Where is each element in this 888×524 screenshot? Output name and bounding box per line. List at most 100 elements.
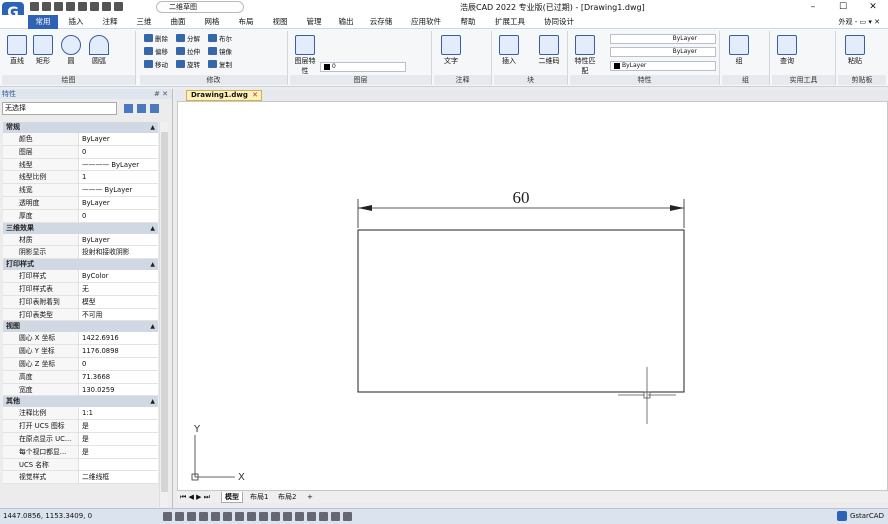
property-value[interactable]: 无: [79, 283, 158, 295]
rotate-tool[interactable]: 旋转: [176, 59, 200, 69]
transparency-icon[interactable]: [271, 512, 280, 521]
tab-insert[interactable]: 插入: [62, 15, 90, 29]
collapse-icon[interactable]: ▲: [150, 223, 155, 234]
property-value[interactable]: ByLayer: [79, 197, 158, 209]
tab-applications[interactable]: 应用软件: [405, 15, 447, 29]
appearance-menu[interactable]: 外观 - ▭ ▾ ✕: [839, 15, 880, 29]
ortho-icon[interactable]: [187, 512, 196, 521]
tab-manage[interactable]: 管理: [300, 15, 328, 29]
insert-block-tool[interactable]: 插入: [496, 35, 522, 66]
property-value[interactable]: 不可用: [79, 309, 158, 321]
layer-properties-tool[interactable]: 图层特性: [292, 35, 318, 76]
save-as-icon[interactable]: [66, 2, 75, 11]
property-value[interactable]: 是: [79, 433, 158, 445]
property-value[interactable]: ByLayer: [79, 133, 158, 145]
property-row[interactable]: 颜色 ByLayer: [3, 133, 158, 146]
property-row[interactable]: 打开 UCS 图标是: [3, 420, 158, 433]
tab-view[interactable]: 视图: [266, 15, 294, 29]
annotation-scale-icon[interactable]: [295, 512, 304, 521]
property-row[interactable]: 圆心 Y 坐标 1176.0898: [3, 345, 158, 358]
line-tool[interactable]: 直线: [4, 35, 30, 66]
tab-3d[interactable]: 三维: [130, 15, 158, 29]
property-value[interactable]: 1:1: [79, 407, 158, 419]
property-value[interactable]: 71.3668: [79, 371, 158, 383]
drawing-canvas[interactable]: 60 Y X: [177, 101, 888, 491]
minimize-button[interactable]: –: [798, 0, 828, 15]
maximize-button[interactable]: ☐: [828, 0, 858, 15]
scroll-thumb[interactable]: [161, 132, 168, 492]
property-row[interactable]: 线型 ———— ByLayer: [3, 158, 158, 172]
tab-model[interactable]: 模型: [221, 492, 243, 503]
property-value[interactable]: 1176.0898: [79, 345, 158, 357]
tab-surface[interactable]: 曲面: [164, 15, 192, 29]
property-section[interactable]: 常规 ▲: [3, 122, 158, 133]
workspace-icon[interactable]: [307, 512, 316, 521]
current-layer-dropdown[interactable]: 0: [320, 62, 406, 72]
property-value[interactable]: 0: [79, 210, 158, 222]
close-button[interactable]: ✕: [858, 0, 888, 15]
tab-cloud-storage[interactable]: 云存储: [364, 15, 398, 29]
property-row[interactable]: 图层 0: [3, 145, 158, 159]
properties-scrollbar[interactable]: [159, 122, 168, 507]
rectangle-tool[interactable]: 矩形: [30, 35, 56, 66]
close-document-icon[interactable]: ✕: [252, 91, 258, 100]
tab-collaborate[interactable]: 协同设计: [538, 15, 580, 29]
drawn-rectangle[interactable]: [357, 229, 685, 393]
redo-icon[interactable]: [102, 2, 111, 11]
collapse-icon[interactable]: ▲: [150, 122, 155, 133]
property-value[interactable]: ByLayer: [79, 234, 158, 246]
copy-tool[interactable]: 复制: [208, 59, 232, 69]
property-row[interactable]: 阴影显示 投射和接收阴影: [3, 246, 158, 260]
property-row[interactable]: 每个视口都显... 是: [3, 445, 158, 459]
otrack-icon[interactable]: [223, 512, 232, 521]
fullscreen-icon[interactable]: [343, 512, 352, 521]
property-value[interactable]: 二维线框: [79, 471, 158, 483]
new-file-icon[interactable]: [30, 2, 39, 11]
dimension-text[interactable]: 60: [513, 188, 530, 207]
text-tool[interactable]: 文字: [438, 35, 464, 66]
property-row[interactable]: 线型比例 1: [3, 171, 158, 185]
tab-home[interactable]: 常用: [28, 15, 58, 29]
explode-tool[interactable]: 分解: [176, 33, 200, 43]
snap-icon[interactable]: [175, 512, 184, 521]
workspace-dropdown[interactable]: 二维草图: [156, 1, 244, 13]
grid-icon[interactable]: [163, 512, 172, 521]
open-file-icon[interactable]: [42, 2, 51, 11]
collapse-icon[interactable]: ▲: [150, 259, 155, 270]
osnap-icon[interactable]: [211, 512, 220, 521]
selection-dropdown[interactable]: 无选择: [2, 102, 117, 115]
property-row[interactable]: 透明度 ByLayer: [3, 196, 158, 210]
property-value[interactable]: ———— ByLayer: [79, 159, 158, 171]
property-row[interactable]: 宽度 130.0259: [3, 383, 158, 397]
property-section[interactable]: 其他 ▲: [3, 396, 158, 408]
polar-icon[interactable]: [199, 512, 208, 521]
tab-layout[interactable]: 布局: [232, 15, 260, 29]
print-icon[interactable]: [78, 2, 87, 11]
color-dropdown[interactable]: ByLayer: [610, 61, 716, 71]
undo-icon[interactable]: [90, 2, 99, 11]
property-value[interactable]: 1: [79, 171, 158, 183]
tab-output[interactable]: 输出: [332, 15, 360, 29]
qrcode-tool[interactable]: 二维码: [536, 35, 562, 66]
tab-mesh[interactable]: 网格: [198, 15, 226, 29]
match-properties-tool[interactable]: 特性匹配: [572, 35, 598, 76]
select-objects-icon[interactable]: [137, 104, 146, 113]
property-row[interactable]: 高度 71.3668: [3, 370, 158, 384]
property-value[interactable]: 0: [79, 146, 158, 158]
save-icon[interactable]: [54, 2, 63, 11]
layout-navigation-icons[interactable]: ⏮ ◀ ▶ ⏭: [177, 492, 213, 503]
stretch-tool[interactable]: 拉伸: [176, 46, 200, 56]
property-value[interactable]: 是: [79, 420, 158, 432]
group-tool[interactable]: 组: [726, 35, 752, 66]
tab-extensions[interactable]: 扩展工具: [490, 15, 530, 29]
property-section[interactable]: 三维效果 ▲: [3, 222, 158, 234]
property-value[interactable]: 是: [79, 446, 158, 458]
property-row[interactable]: 打印样式表无: [3, 282, 158, 296]
property-row[interactable]: 打印表类型 不可用: [3, 308, 158, 322]
property-value[interactable]: ByColor: [79, 270, 158, 282]
collapse-icon[interactable]: ▲: [150, 396, 155, 407]
property-row[interactable]: 打印样式 ByColor: [3, 270, 158, 283]
property-value[interactable]: 投射和接收阴影: [79, 246, 158, 258]
circle-tool[interactable]: 圆: [58, 35, 84, 66]
boolean-tool[interactable]: 布尔: [208, 33, 232, 43]
